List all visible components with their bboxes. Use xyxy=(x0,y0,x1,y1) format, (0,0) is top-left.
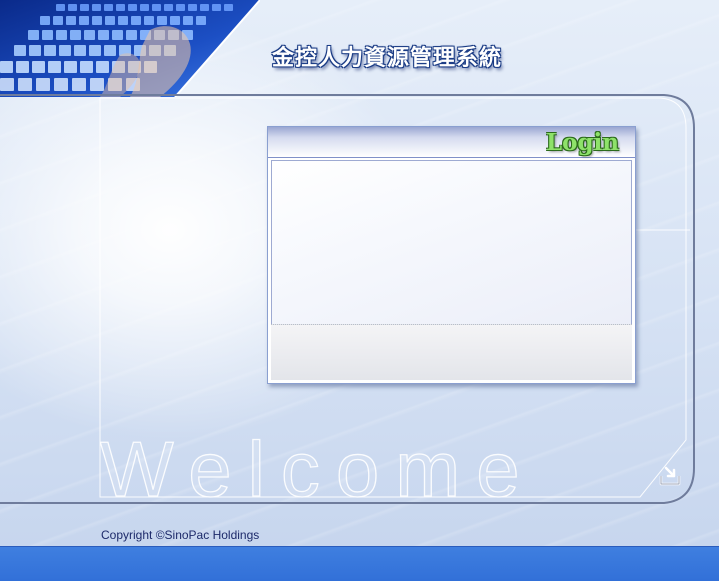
system-title: 金控人力資源管理系統 xyxy=(272,46,503,71)
login-header: Login xyxy=(268,127,635,158)
login-panel: Login xyxy=(267,126,636,384)
copyright-text: Copyright ©SinoPac Holdings xyxy=(101,528,260,542)
keyboard-photo xyxy=(0,0,260,97)
login-label: Login xyxy=(545,129,619,156)
login-footer xyxy=(271,324,632,380)
welcome-watermark: Welcome xyxy=(100,424,536,508)
svg-text:Welcome: Welcome xyxy=(100,425,536,508)
bottom-bar xyxy=(0,546,719,581)
login-form-area xyxy=(271,160,632,325)
exit-arrow-icon[interactable] xyxy=(658,462,684,488)
